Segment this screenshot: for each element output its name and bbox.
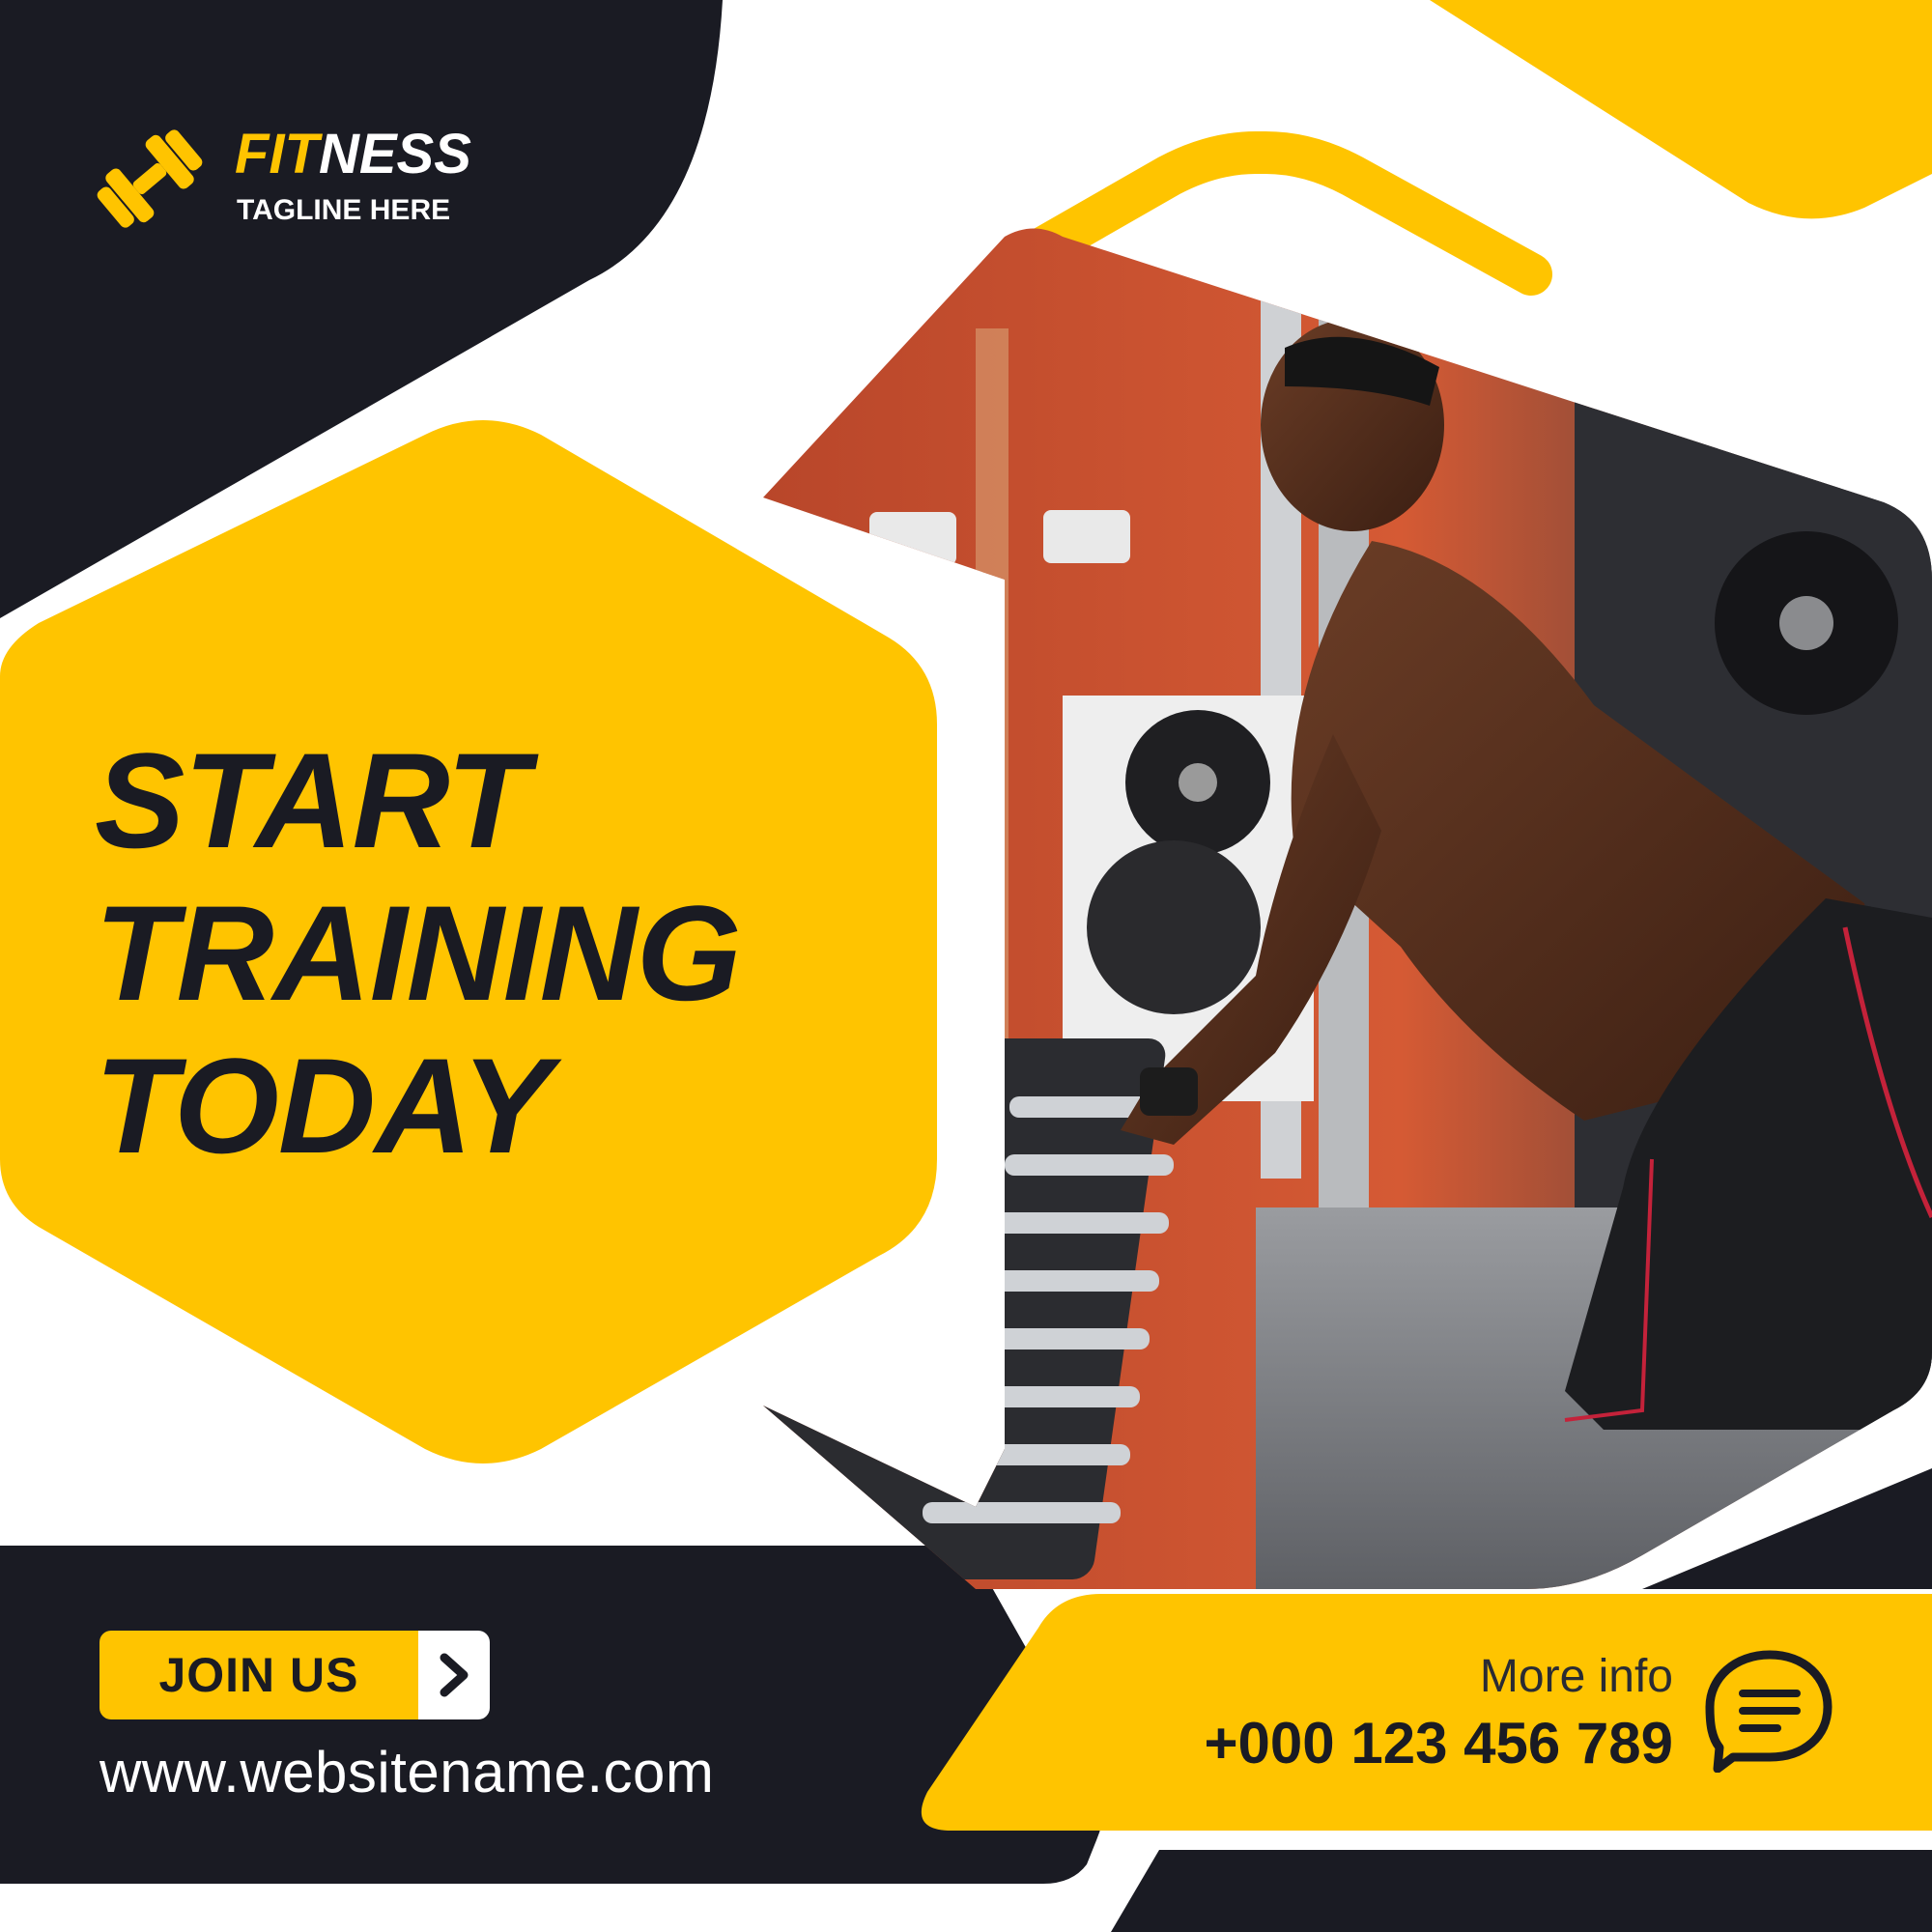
headline-line-2: TRAINING <box>95 877 742 1029</box>
phone-number[interactable]: +000 123 456 789 <box>1205 1715 1673 1773</box>
brand-title: FITNESS <box>235 127 471 183</box>
more-info-label: More info <box>1479 1651 1673 1702</box>
chat-bubble-icon <box>1705 1650 1833 1773</box>
brand-title-fit: FIT <box>235 123 319 185</box>
website-link[interactable]: www.websitename.com <box>99 1744 714 1802</box>
brand-logo: FITNESS TAGLINE HERE <box>92 121 497 237</box>
dumbbell-icon <box>97 129 203 228</box>
brand-title-ness: NESS <box>318 123 471 185</box>
chevron-right-icon <box>418 1631 490 1719</box>
fitness-poster: FITNESS TAGLINE HERE START TRAINING TODA… <box>0 0 1932 1932</box>
brand-tagline: TAGLINE HERE <box>237 194 451 226</box>
headline-line-3: TODAY <box>95 1030 552 1181</box>
join-us-button[interactable]: JOIN US <box>99 1631 490 1719</box>
headline: START TRAINING TODAY <box>95 724 887 1182</box>
bottom-right-dark-strip <box>1111 1850 1932 1932</box>
join-us-label: JOIN US <box>99 1631 418 1719</box>
headline-line-1: START <box>95 724 529 876</box>
top-right-yellow-shape <box>1430 0 1932 219</box>
